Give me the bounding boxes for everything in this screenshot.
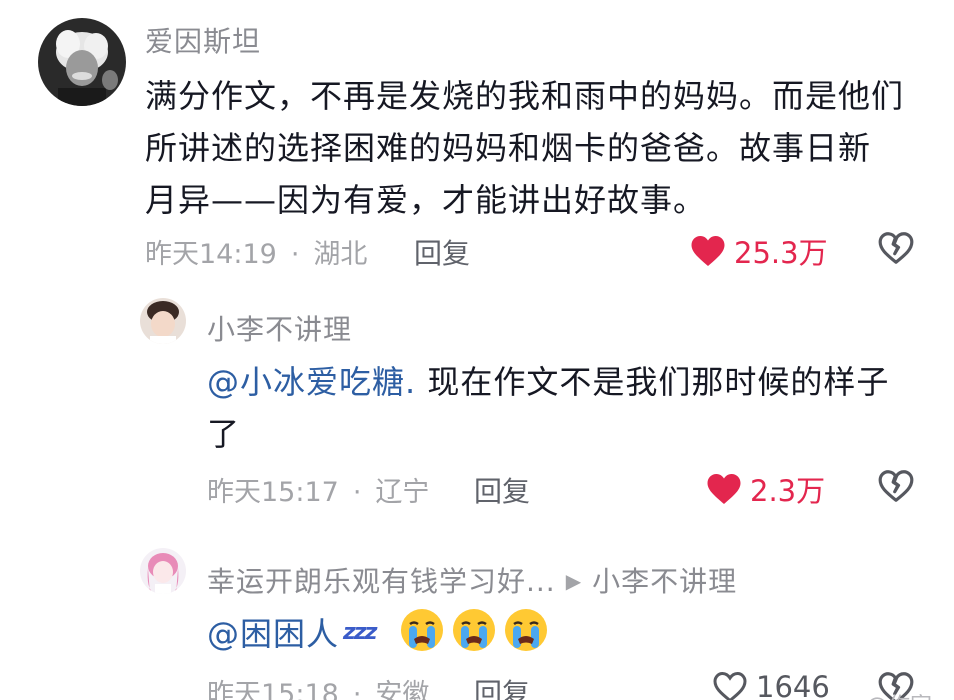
heart-outline-icon [712, 670, 748, 700]
reply-arrow-icon: ▶ [565, 569, 583, 593]
like-button[interactable]: 25.3万 [690, 230, 828, 272]
avatar[interactable] [38, 18, 126, 106]
comment-thread: 爱因斯坦 满分作文，不再是发烧的我和雨中的妈妈。而是他们 所讲述的选择困难的妈妈… [0, 0, 954, 700]
comment-time: 昨天15:18 [207, 679, 339, 700]
reply-button[interactable]: 回复 [414, 232, 470, 272]
crying-face-icon [399, 607, 445, 657]
reply-button[interactable]: 回复 [474, 470, 530, 510]
comment-username[interactable]: 幸运开朗乐观有钱学习好... [207, 565, 556, 598]
comment-location: 安徽 [375, 679, 430, 700]
comment-text-line: 满分作文，不再是发烧的我和雨中的妈妈。而是他们 [145, 77, 905, 115]
crying-face-icon [503, 607, 549, 657]
reply-button[interactable]: 回复 [474, 672, 530, 700]
like-button[interactable]: 2.3万 [706, 468, 825, 510]
reply-header: 幸运开朗乐观有钱学习好... ▶ 小李不讲理 [207, 560, 737, 600]
comment-username[interactable]: 小李不讲理 [207, 308, 352, 348]
mention-link[interactable]: @困困人 [207, 609, 339, 655]
comment-time: 昨天15:17 [207, 477, 339, 508]
comment-username[interactable]: 爱因斯坦 [145, 20, 261, 60]
broken-heart-icon [877, 468, 915, 504]
comment-text: 满分作文，不再是发烧的我和雨中的妈妈。而是他们 所讲述的选择困难的妈妈和烟卡的爸… [145, 70, 935, 226]
comment-text-line: 所讲述的选择困难的妈妈和烟卡的爸爸。故事日新 [145, 129, 872, 167]
dislike-button[interactable] [877, 468, 915, 504]
user-avatar-image [140, 548, 186, 594]
comment-location: 辽宁 [375, 477, 430, 508]
comment-location: 湖北 [313, 239, 368, 270]
heart-filled-icon [706, 472, 742, 506]
like-button[interactable]: 1646 [712, 670, 830, 700]
meta-separator: · [352, 679, 362, 700]
zzz-emoji: zzz [343, 619, 377, 645]
comment-text-line: @小冰爱吃糖. 现在作文不是我们那时候的样子 [207, 356, 937, 408]
meta-separator: · [352, 477, 362, 508]
like-count: 2.3万 [750, 474, 826, 508]
comment-meta: 昨天15:18 · 安徽 [207, 672, 429, 700]
crying-face-icon [451, 607, 497, 657]
comment-time: 昨天14:19 [145, 239, 277, 270]
comment-text-span: 现在作文不是我们那时候的样子 [416, 363, 890, 401]
comment-text-line: 了 [207, 415, 241, 453]
avatar[interactable] [140, 298, 186, 344]
dislike-button[interactable] [877, 230, 915, 266]
like-count: 25.3万 [734, 236, 828, 270]
broken-heart-icon [877, 230, 915, 266]
comment-meta: 昨天15:17 · 辽宁 [207, 470, 429, 509]
comment-text: @小冰爱吃糖. 现在作文不是我们那时候的样子 了 [207, 356, 937, 460]
comment-meta: 昨天14:19 · 湖北 [145, 232, 367, 271]
meta-separator: · [290, 239, 300, 270]
comment-text: @困困人 zzz [207, 606, 555, 658]
like-count: 1646 [756, 670, 830, 700]
mention-link[interactable]: @小冰爱吃糖. [207, 363, 416, 401]
user-avatar-image [140, 298, 186, 344]
watermark: @作家 [866, 688, 932, 700]
user-avatar-image [38, 18, 126, 106]
avatar[interactable] [140, 548, 186, 594]
replied-to-username[interactable]: 小李不讲理 [592, 565, 737, 598]
comment-text-line: 月异——因为有爱，才能讲出好故事。 [145, 181, 707, 219]
heart-filled-icon [690, 234, 726, 268]
